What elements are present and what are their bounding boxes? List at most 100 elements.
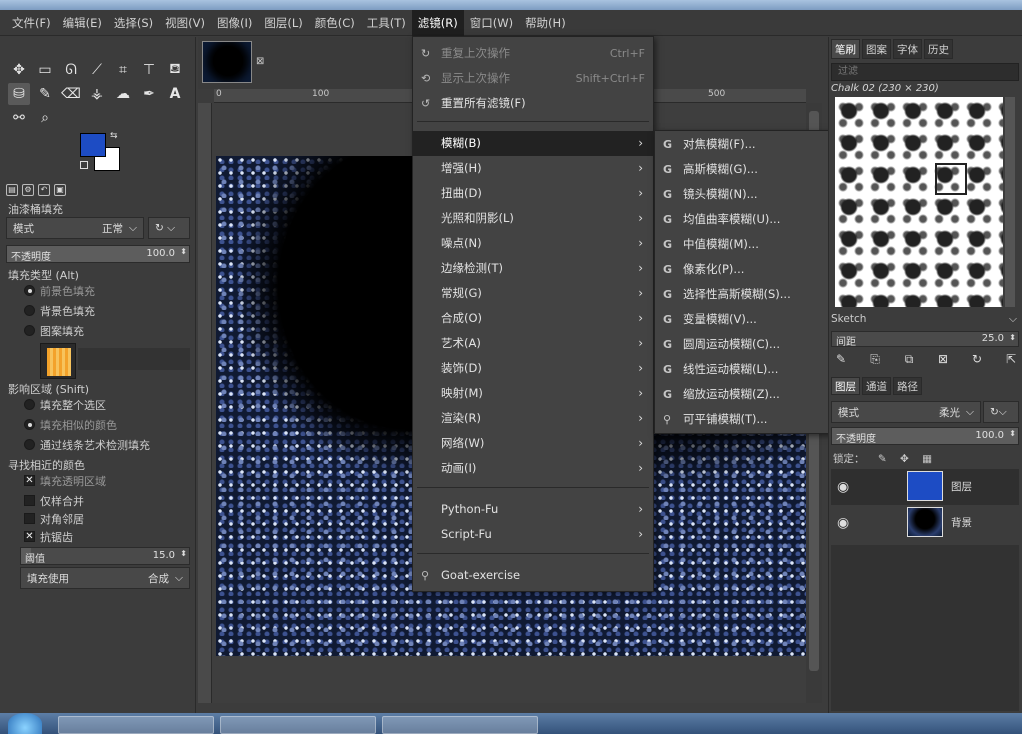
menu-filters[interactable]: 滤镜(R) — [411, 9, 464, 36]
repeat-last-item[interactable]: ↻ 重复上次操作 Ctrl+F — [413, 41, 653, 66]
antialias-check[interactable]: ✕ — [24, 531, 35, 542]
threshold-slider[interactable]: 阈值 15.0 ⬍ — [20, 547, 190, 565]
menu-file[interactable]: 文件(F) — [6, 10, 57, 36]
eye-icon[interactable]: ◉ — [837, 479, 849, 495]
lock-pixels-icon[interactable]: ✎ — [878, 453, 887, 465]
brush-tag-row[interactable]: Sketch ⌵ — [831, 313, 1021, 329]
spin-arrows-icon[interactable]: ⬍ — [1009, 333, 1016, 342]
color-picker-icon[interactable]: ⚯ — [8, 107, 30, 129]
pixelize-item[interactable]: G 像素化(P)... — [655, 257, 833, 282]
tab-layers[interactable]: 图层 — [831, 377, 860, 395]
mean-curvature-blur-item[interactable]: G 均值曲率模糊(U)... — [655, 207, 833, 232]
menu-layer[interactable]: 图层(L) — [258, 10, 308, 36]
mode-combo[interactable]: 模式 正常 ⌵ — [6, 217, 144, 239]
refresh-icon[interactable]: ↻ — [969, 351, 985, 367]
taskbar-button[interactable] — [382, 716, 538, 734]
clone-icon[interactable]: ⚶ — [86, 83, 108, 105]
lock-alpha-icon[interactable]: ▦ — [922, 453, 932, 465]
eraser-icon[interactable]: ⌫ — [60, 83, 82, 105]
layer-row[interactable]: ◉ 图层 — [831, 469, 1019, 505]
fill-transparent-check[interactable]: ✕ — [24, 475, 35, 486]
menu-image[interactable]: 图像(I) — [211, 10, 258, 36]
pattern-preview[interactable] — [40, 343, 76, 379]
swap-colors-icon[interactable]: ⇆ — [110, 131, 118, 141]
spacing-slider[interactable]: 间距 25.0 ⬍ — [831, 331, 1019, 348]
edge-detect-submenu-item[interactable]: 边缘检测(T) › — [413, 256, 653, 281]
tab-patterns[interactable]: 图案 — [862, 39, 891, 59]
menu-view[interactable]: 视图(V) — [159, 10, 211, 36]
crop-icon[interactable]: ⌗ — [112, 59, 134, 81]
distorts-submenu-item[interactable]: 扭曲(D) › — [413, 181, 653, 206]
close-icon[interactable]: ⊠ — [256, 56, 264, 67]
foreground-color[interactable] — [80, 133, 106, 157]
smudge-icon[interactable]: ☁ — [112, 83, 134, 105]
enhance-submenu-item[interactable]: 增强(H) › — [413, 156, 653, 181]
brush-filter-input[interactable]: 过滤 — [831, 63, 1019, 81]
variable-blur-item[interactable]: G 变量模糊(V)... — [655, 307, 833, 332]
script-fu-submenu-item[interactable]: Script-Fu › — [413, 522, 653, 547]
python-fu-submenu-item[interactable]: Python-Fu › — [413, 497, 653, 522]
fill-pattern-radio[interactable] — [24, 325, 35, 336]
device-status-tab-icon[interactable]: ⚙ — [22, 184, 34, 196]
animation-submenu-item[interactable]: 动画(I) › — [413, 456, 653, 481]
fill-bg-radio[interactable] — [24, 305, 35, 316]
transform-icon[interactable]: ⊤ — [138, 59, 160, 81]
focus-blur-item[interactable]: G 对焦模糊(F)... — [655, 132, 833, 157]
images-tab-icon[interactable]: ▣ — [54, 184, 66, 196]
layer-row[interactable]: ◉ 背景 — [831, 505, 1019, 541]
new-brush-icon[interactable]: ⎘ — [867, 351, 883, 367]
tab-channels[interactable]: 通道 — [862, 377, 891, 395]
start-button[interactable] — [8, 713, 42, 734]
blur-submenu-item[interactable]: 模糊(B) › — [413, 131, 653, 156]
opacity-slider[interactable]: 不透明度 100.0 ⬍ — [6, 245, 190, 263]
render-submenu-item[interactable]: 渲染(R) › — [413, 406, 653, 431]
tool-options-tab-icon[interactable]: ▤ — [6, 184, 18, 196]
generic-submenu-item[interactable]: 常规(G) › — [413, 281, 653, 306]
fill-selection-radio[interactable] — [24, 399, 35, 410]
paintbrush-icon[interactable]: ✎ — [34, 83, 56, 105]
menu-windows[interactable]: 窗口(W) — [464, 10, 519, 36]
web-submenu-item[interactable]: 网络(W) › — [413, 431, 653, 456]
spin-arrows-icon[interactable]: ⬍ — [1009, 429, 1016, 438]
menu-select[interactable]: 选择(S) — [108, 10, 159, 36]
duplicate-brush-icon[interactable]: ⧉ — [901, 351, 917, 367]
gaussian-blur-item[interactable]: G 高斯模糊(G)... — [655, 157, 833, 182]
goat-exercise-item[interactable]: ⚲ Goat-exercise — [413, 563, 653, 588]
artistic-submenu-item[interactable]: 艺术(A) › — [413, 331, 653, 356]
decor-submenu-item[interactable]: 装饰(D) › — [413, 356, 653, 381]
tab-history[interactable]: 历史 — [924, 39, 953, 59]
mode-reset-button[interactable]: ↻ ⌵ — [148, 217, 190, 239]
rect-select-icon[interactable]: ▭ — [34, 59, 56, 81]
reshow-last-item[interactable]: ⟲ 显示上次操作 Shift+Ctrl+F — [413, 66, 653, 91]
reset-all-filters-item[interactable]: ↺ 重置所有滤镜(F) — [413, 91, 653, 116]
delete-brush-icon[interactable]: ⊠ — [935, 351, 951, 367]
menu-colors[interactable]: 颜色(C) — [309, 10, 361, 36]
fill-fg-radio[interactable] — [24, 285, 35, 296]
undo-history-tab-icon[interactable]: ↶ — [38, 184, 50, 196]
menu-help[interactable]: 帮助(H) — [519, 10, 572, 36]
fill-similar-radio[interactable] — [24, 419, 35, 430]
light-shadow-submenu-item[interactable]: 光照和阴影(L) › — [413, 206, 653, 231]
tab-fonts[interactable]: 字体 — [893, 39, 922, 59]
layer-mode-combo[interactable]: 模式 柔光 ⌵ — [831, 401, 981, 423]
lens-blur-item[interactable]: G 镜头模糊(N)... — [655, 182, 833, 207]
tileable-blur-item[interactable]: ⚲ 可平铺模糊(T)... — [655, 407, 833, 432]
layers-list-empty-area[interactable] — [831, 545, 1019, 711]
default-colors-icon[interactable] — [80, 161, 88, 169]
brush-scrollbar[interactable] — [1005, 97, 1015, 307]
open-as-image-icon[interactable]: ⇱ — [1003, 351, 1019, 367]
eye-icon[interactable]: ◉ — [837, 515, 849, 531]
edit-brush-icon[interactable]: ✎ — [833, 351, 849, 367]
selective-gaussian-blur-item[interactable]: G 选择性高斯模糊(S)... — [655, 282, 833, 307]
taskbar-button[interactable] — [58, 716, 214, 734]
layer-opacity-slider[interactable]: 不透明度 100.0 ⬍ — [831, 427, 1019, 445]
selected-brush[interactable] — [935, 163, 967, 195]
warp-icon[interactable]: ⛾ — [164, 59, 186, 81]
spin-arrows-icon[interactable]: ⬍ — [180, 549, 187, 558]
combine-submenu-item[interactable]: 合成(O) › — [413, 306, 653, 331]
move-tool-icon[interactable]: ✥ — [8, 59, 30, 81]
lock-position-icon[interactable]: ✥ — [900, 453, 909, 465]
map-submenu-item[interactable]: 映射(M) › — [413, 381, 653, 406]
line-art-radio[interactable] — [24, 439, 35, 450]
spin-arrows-icon[interactable]: ⬍ — [180, 247, 187, 256]
